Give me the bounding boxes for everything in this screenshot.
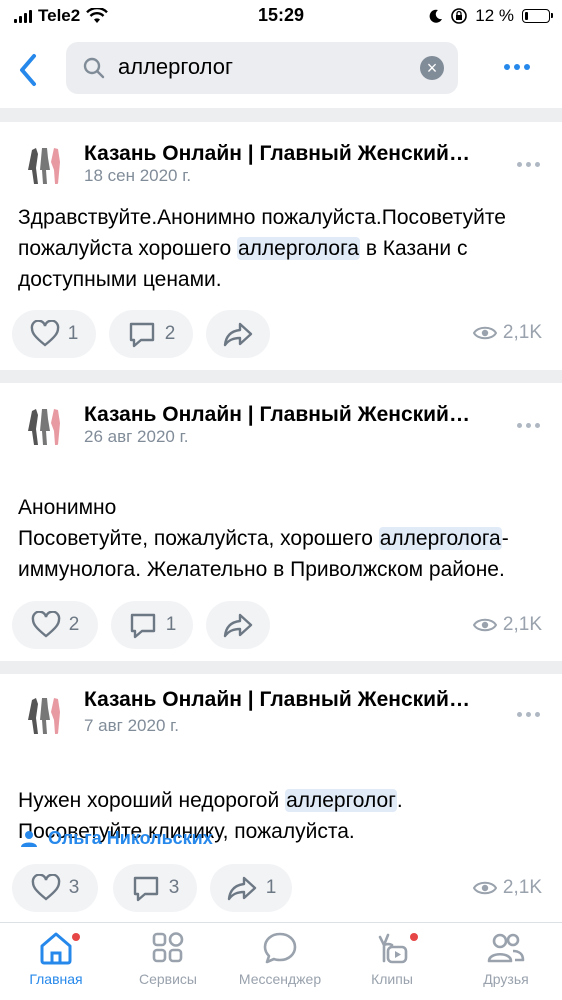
views-counter: 2,1K <box>472 877 542 899</box>
user-icon <box>21 830 37 847</box>
search-bar[interactable]: × <box>66 42 458 94</box>
avatar[interactable] <box>20 140 68 188</box>
post-menu-icon[interactable] <box>517 162 540 167</box>
post-author-title[interactable]: Казань Онлайн | Главный Женский… <box>84 403 494 427</box>
post-signer[interactable]: Ольга Никольских <box>20 828 213 849</box>
share-icon <box>227 876 256 901</box>
eye-icon <box>472 881 497 895</box>
orientation-lock-icon <box>451 8 468 24</box>
comment-button[interactable]: 3 <box>113 864 197 912</box>
share-button[interactable]: 1 <box>210 864 292 912</box>
friends-icon <box>487 933 525 963</box>
tab-friends[interactable]: Друзья <box>450 931 562 987</box>
tab-label: Сервисы <box>138 971 197 987</box>
views-count: 2,1K <box>502 614 542 635</box>
post-menu-icon[interactable] <box>517 712 540 717</box>
search-header: × <box>0 34 562 108</box>
comment-count: 2 <box>164 323 176 344</box>
like-count: 1 <box>67 323 79 344</box>
comment-count: 1 <box>165 614 177 635</box>
views-counter: 2,1K <box>472 322 542 344</box>
notification-badge <box>72 933 80 941</box>
services-icon <box>152 932 184 963</box>
views-count: 2,1K <box>502 322 542 343</box>
notification-badge <box>410 933 418 941</box>
post-author-title[interactable]: Казань Онлайн | Главный Женский… <box>84 142 494 166</box>
share-button[interactable] <box>206 601 270 649</box>
clips-icon <box>378 933 408 964</box>
comment-icon <box>129 322 154 348</box>
post-text: Здравствуйте.Анонимно пожалуйста.Посовет… <box>18 206 506 291</box>
eye-icon <box>472 326 497 340</box>
clear-search-icon[interactable]: × <box>420 56 444 80</box>
tab-clips[interactable]: Клипы <box>336 931 448 987</box>
more-options-icon[interactable] <box>504 64 530 70</box>
heart-icon <box>30 320 59 347</box>
tab-label: Друзья <box>483 971 529 987</box>
comment-icon <box>130 613 155 639</box>
share-count: 1 <box>265 877 277 898</box>
heart-icon <box>31 611 60 638</box>
tab-label: Главная <box>29 971 83 987</box>
status-bar: Tele2 15:29 12 % <box>0 0 562 34</box>
signer-name: Ольга Никольских <box>48 828 213 848</box>
views-counter: 2,1K <box>472 614 542 636</box>
search-highlight: аллерголога <box>378 527 502 550</box>
views-count: 2,1K <box>502 877 542 898</box>
battery-percent: 12 % <box>475 6 514 25</box>
share-icon <box>223 322 253 347</box>
comment-icon <box>133 876 158 902</box>
post-menu-icon[interactable] <box>517 423 540 428</box>
back-arrow-icon[interactable] <box>14 50 42 90</box>
tab-services[interactable]: Сервисы <box>112 931 224 987</box>
messenger-icon <box>263 932 297 964</box>
avatar[interactable] <box>20 690 68 738</box>
battery-icon <box>522 9 553 23</box>
heart-icon <box>31 874 60 901</box>
share-icon <box>223 613 253 638</box>
comment-button[interactable]: 1 <box>111 601 193 649</box>
post-date: 26 авг 2020 г. <box>84 427 189 446</box>
bottom-tab-bar: Главная Сервисы Мессенджер Клипы Друзья <box>0 922 562 1000</box>
tab-label: Мессенджер <box>238 971 322 987</box>
post-text: Анонимно Посоветуйте, пожалуйста, хороше… <box>18 496 509 581</box>
comment-button[interactable]: 2 <box>109 310 193 358</box>
comment-count: 3 <box>168 877 180 898</box>
search-highlight: аллерголог <box>285 789 397 812</box>
tab-label: Клипы <box>371 971 413 987</box>
tab-messenger[interactable]: Мессенджер <box>224 931 336 987</box>
post-card: Казань Онлайн | Главный Женский… 7 авг 2… <box>0 674 562 934</box>
home-icon <box>40 932 72 965</box>
search-highlight: аллерголога <box>236 237 360 260</box>
post-date: 7 авг 2020 г. <box>84 716 179 735</box>
search-input[interactable] <box>118 54 418 80</box>
share-button[interactable] <box>206 310 270 358</box>
post-card: Казань Онлайн | Главный Женский… 18 сен … <box>0 122 562 370</box>
like-count: 3 <box>68 877 80 898</box>
moon-icon <box>429 9 443 23</box>
post-author-title[interactable]: Казань Онлайн | Главный Женский… <box>84 688 494 712</box>
eye-icon <box>472 618 497 632</box>
search-icon <box>83 57 105 79</box>
post-card: Казань Онлайн | Главный Женский… 26 авг … <box>0 383 562 661</box>
post-date: 18 сен 2020 г. <box>84 166 192 185</box>
like-button[interactable]: 3 <box>12 864 98 912</box>
tab-home[interactable]: Главная <box>0 931 112 987</box>
like-button[interactable]: 1 <box>12 310 96 358</box>
avatar[interactable] <box>20 401 68 449</box>
like-button[interactable]: 2 <box>12 601 98 649</box>
like-count: 2 <box>68 614 80 635</box>
